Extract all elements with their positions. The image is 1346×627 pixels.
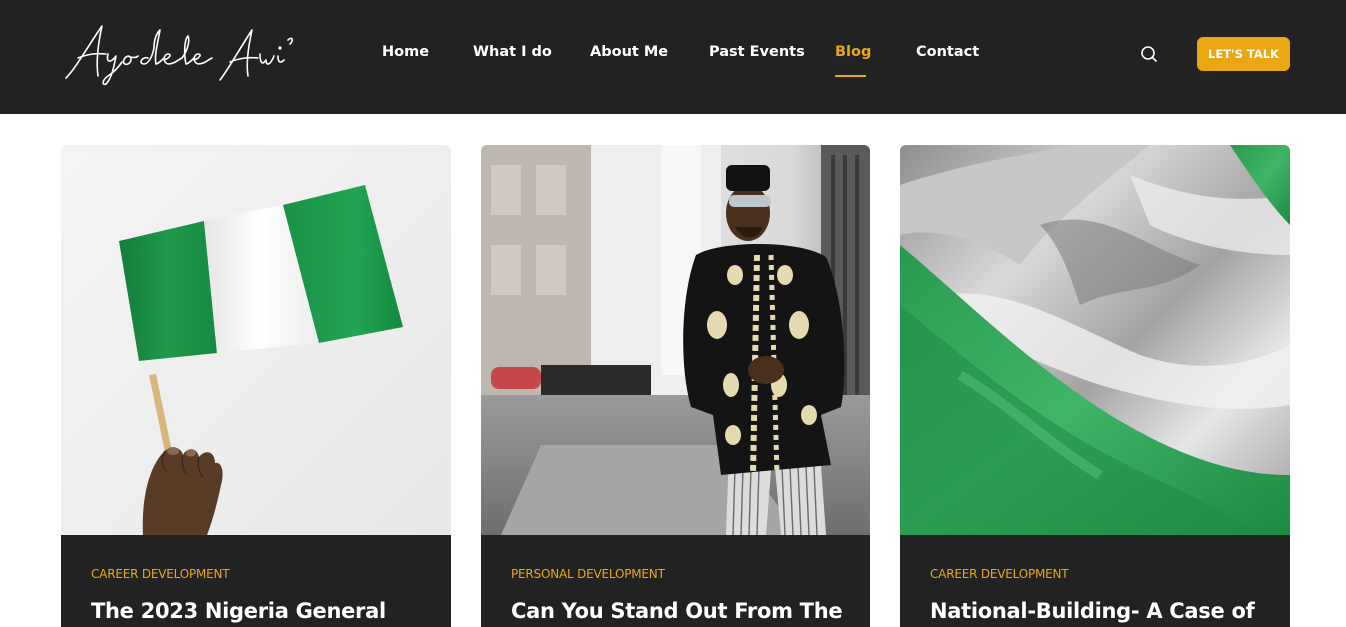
site-logo[interactable] bbox=[62, 18, 302, 88]
nav-contact[interactable]: Contact bbox=[916, 44, 979, 60]
blog-card[interactable]: CAREER DEVELOPMENT National-Building- A … bbox=[900, 145, 1290, 627]
post-category[interactable]: PERSONAL DEVELOPMENT bbox=[511, 567, 665, 581]
nav-past-events[interactable]: Past Events bbox=[709, 44, 805, 60]
card-body: PERSONAL DEVELOPMENT Can You Stand Out F… bbox=[481, 535, 870, 627]
post-image-man-embroidered-outfit[interactable] bbox=[481, 145, 870, 535]
signature-logo bbox=[65, 25, 293, 86]
card-body: CAREER DEVELOPMENT National-Building- A … bbox=[900, 535, 1290, 627]
nav-home[interactable]: Home bbox=[382, 44, 429, 60]
post-image-waving-flag[interactable] bbox=[900, 145, 1290, 535]
nav-blog[interactable]: Blog bbox=[835, 44, 871, 60]
nav-active-indicator bbox=[835, 75, 866, 77]
post-title[interactable]: The 2023 Nigeria General bbox=[91, 599, 386, 623]
post-title[interactable]: Can You Stand Out From The bbox=[511, 599, 843, 623]
post-category[interactable]: CAREER DEVELOPMENT bbox=[91, 567, 230, 581]
nav-what-i-do[interactable]: What I do bbox=[473, 44, 552, 60]
blog-card[interactable]: PERSONAL DEVELOPMENT Can You Stand Out F… bbox=[481, 145, 870, 627]
post-image-flag-in-hand[interactable] bbox=[61, 145, 451, 535]
post-category[interactable]: CAREER DEVELOPMENT bbox=[930, 567, 1069, 581]
search-icon[interactable] bbox=[1139, 44, 1159, 64]
blog-card[interactable]: CAREER DEVELOPMENT The 2023 Nigeria Gene… bbox=[61, 145, 451, 627]
post-title[interactable]: National-Building- A Case of bbox=[930, 599, 1255, 623]
card-body: CAREER DEVELOPMENT The 2023 Nigeria Gene… bbox=[61, 535, 451, 627]
nav-about-me[interactable]: About Me bbox=[590, 44, 668, 60]
lets-talk-button[interactable]: LET'S TALK bbox=[1197, 37, 1290, 71]
site-header: Home What I do About Me Past Events Blog… bbox=[0, 0, 1346, 114]
